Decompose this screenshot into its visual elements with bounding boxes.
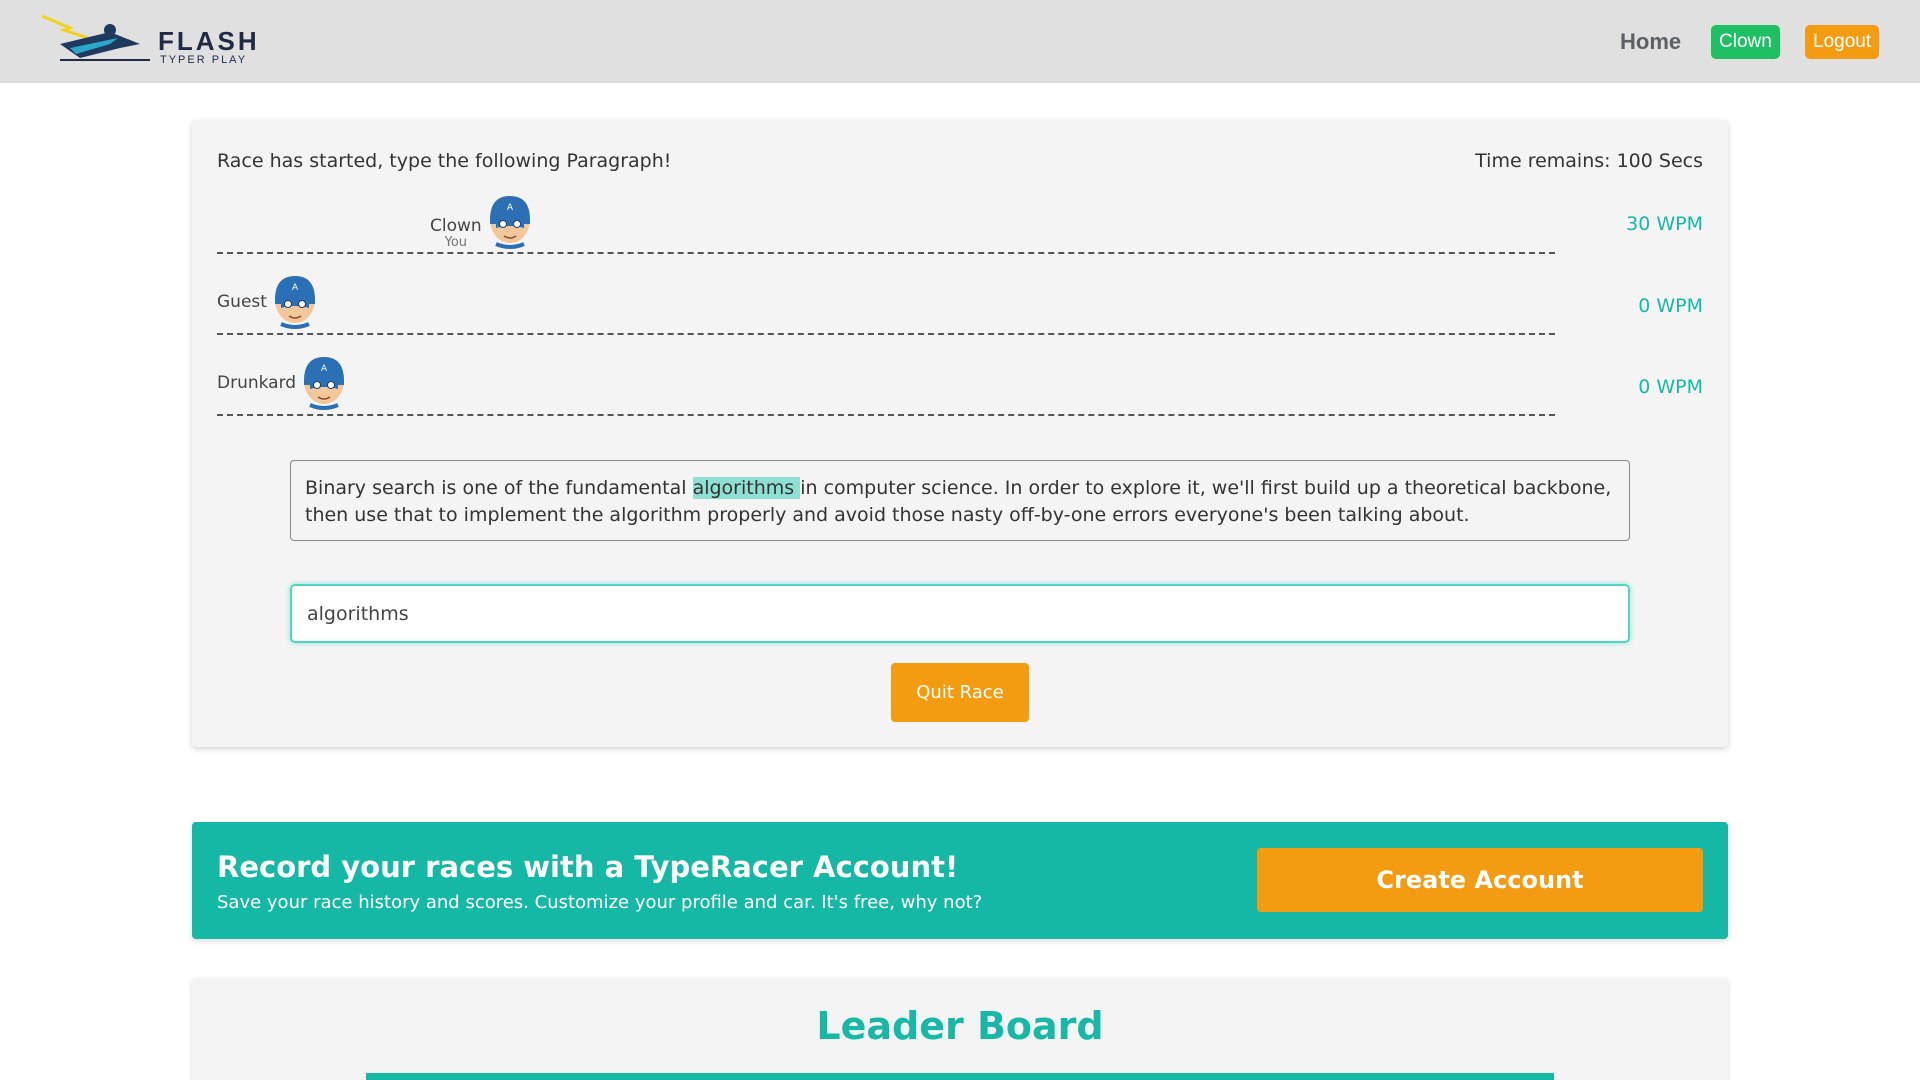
svg-text:A: A bbox=[507, 203, 514, 213]
racer-row: Guest A bbox=[217, 270, 319, 330]
racer-row: Drunkard A bbox=[217, 351, 348, 411]
race-status-text: Race has started, type the following Par… bbox=[217, 150, 672, 172]
race-track-line bbox=[217, 414, 1555, 416]
account-banner: Record your races with a TypeRacer Accou… bbox=[192, 822, 1728, 939]
typing-input[interactable] bbox=[290, 584, 1630, 643]
banner-title: Record your races with a TypeRacer Accou… bbox=[217, 850, 959, 884]
navbar: FLASH TYPER PLAY Home Clown Logout bbox=[0, 0, 1920, 83]
race-timer: Time remains: 100 Secs bbox=[1475, 150, 1703, 172]
quit-race-button[interactable]: Quit Race bbox=[891, 663, 1029, 722]
racer-name-text: Clown bbox=[430, 216, 482, 237]
paragraph-current-word: algorithms bbox=[692, 477, 801, 499]
leaderboard-card: Leader Board bbox=[192, 978, 1728, 1080]
race-track-line bbox=[217, 252, 1555, 254]
svg-text:A: A bbox=[292, 283, 299, 293]
leaderboard-header-bar bbox=[366, 1073, 1554, 1080]
user-badge[interactable]: Clown bbox=[1711, 25, 1780, 59]
flash-logo[interactable]: FLASH TYPER PLAY bbox=[40, 14, 280, 66]
leaderboard-title: Leader Board bbox=[816, 1004, 1104, 1048]
race-paragraph: Binary search is one of the fundamental … bbox=[290, 460, 1630, 541]
nav-home-link[interactable]: Home bbox=[1620, 29, 1681, 55]
masked-hero-avatar-icon: A bbox=[304, 357, 345, 410]
masked-hero-avatar-icon: A bbox=[274, 276, 315, 329]
svg-text:A: A bbox=[321, 364, 328, 374]
racer-you-tag: You bbox=[444, 234, 468, 250]
masked-hero-avatar-icon: A bbox=[489, 196, 530, 249]
racer-row: Clown You A bbox=[430, 190, 534, 250]
racer-wpm: 30 WPM bbox=[1626, 213, 1703, 235]
logout-button[interactable]: Logout bbox=[1805, 25, 1880, 59]
racer-name: Guest bbox=[217, 292, 267, 313]
race-card: Race has started, type the following Par… bbox=[192, 120, 1728, 747]
brand-name: FLASH bbox=[158, 26, 260, 56]
flash-runner-logo-icon bbox=[41, 14, 150, 61]
brand-tagline: TYPER PLAY bbox=[160, 54, 248, 66]
racer-wpm: 0 WPM bbox=[1638, 376, 1703, 398]
paragraph-typed-text: Binary search is one of the fundamental bbox=[305, 477, 693, 499]
racer-name: Clown You bbox=[430, 217, 482, 250]
create-account-button[interactable]: Create Account bbox=[1257, 848, 1703, 912]
racer-name: Drunkard bbox=[217, 373, 297, 394]
race-track-line bbox=[217, 333, 1555, 335]
racer-wpm: 0 WPM bbox=[1638, 295, 1703, 317]
banner-subtitle: Save your race history and scores. Custo… bbox=[217, 892, 983, 913]
